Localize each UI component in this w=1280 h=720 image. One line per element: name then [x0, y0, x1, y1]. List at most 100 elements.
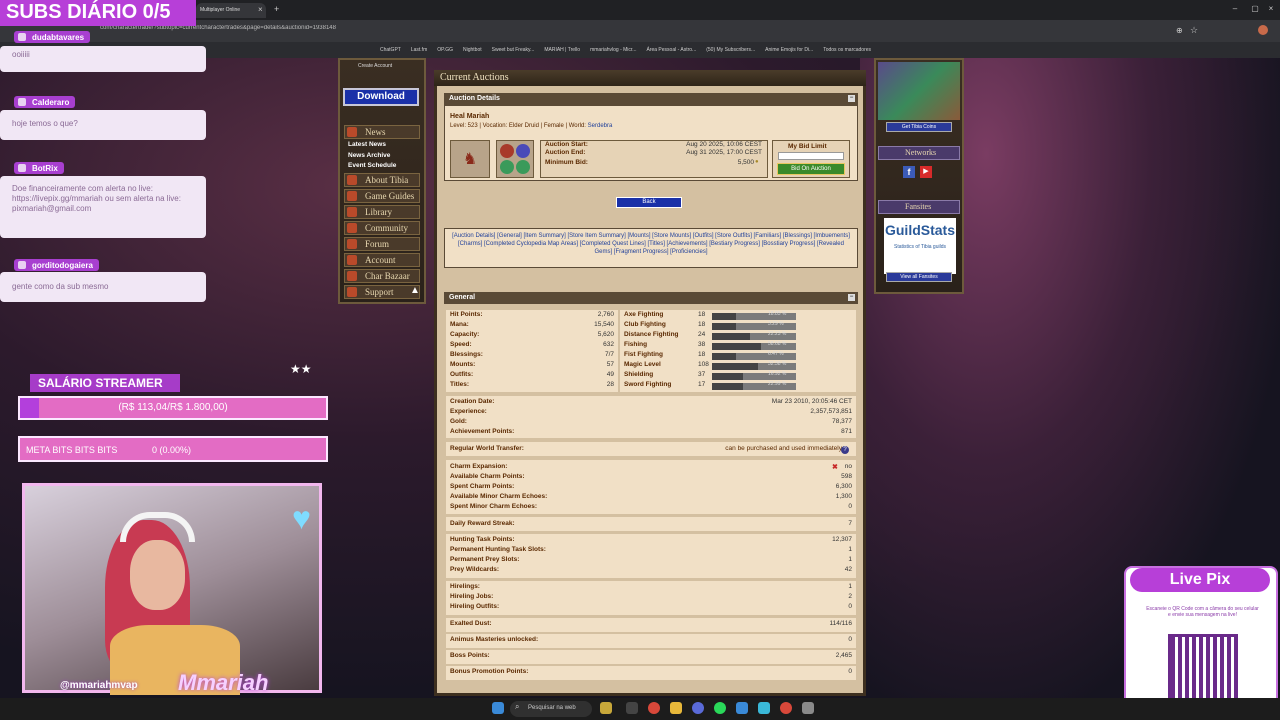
- bookmark[interactable]: Anime Emojis for Di...: [765, 47, 813, 53]
- auction-start-label: Auction Start:: [545, 141, 588, 148]
- info-icon[interactable]: ?: [841, 446, 849, 454]
- minimize-icon[interactable]: –: [1228, 4, 1242, 16]
- general-header: General −: [444, 292, 858, 304]
- back-button[interactable]: Back: [616, 197, 682, 208]
- meta-value: 0 (0.00%): [152, 445, 192, 455]
- bookmark[interactable]: Área Pessoal - Astro...: [646, 47, 696, 53]
- chat-username: dudabtavares: [14, 31, 91, 43]
- menu-library[interactable]: Library: [344, 205, 420, 219]
- min-bid-label: Minimum Bid:: [545, 159, 588, 166]
- discord-icon[interactable]: [692, 702, 704, 714]
- hunting-row: Permanent Prey Slots: 1: [450, 556, 852, 563]
- menu-forum[interactable]: Forum: [344, 237, 420, 251]
- stat-row: Speed: 632: [450, 341, 614, 348]
- skill-percent: 6.47 %: [768, 351, 784, 357]
- facebook-icon[interactable]: f: [903, 166, 915, 178]
- bookmark[interactable]: OP.GG: [437, 47, 453, 53]
- skill-name: Magic Level: [624, 361, 661, 368]
- item-icon[interactable]: [500, 160, 514, 174]
- collapse-icon[interactable]: −: [848, 95, 855, 102]
- item-icon[interactable]: [516, 160, 530, 174]
- hunting-row: Prey Wildcards: 42: [450, 566, 852, 573]
- browser-tab[interactable]: Multiplayer Online: [196, 3, 266, 18]
- chrome-profile-icon[interactable]: [780, 702, 792, 714]
- chat-message: ooiiiii: [0, 46, 206, 72]
- page-title: Current Auctions: [434, 70, 866, 86]
- view-all-fansites-button[interactable]: View all Fansites: [886, 272, 952, 282]
- skill-level: 18: [698, 321, 706, 328]
- bookmark[interactable]: (50) My Subscribers...: [706, 47, 755, 53]
- streamer-logo: Mmariah: [178, 670, 269, 695]
- file-explorer-icon[interactable]: [670, 702, 682, 714]
- forum-icon: [347, 239, 357, 249]
- app-icon[interactable]: [736, 702, 748, 714]
- daily-row: Daily Reward Streak: 7: [450, 520, 852, 527]
- skill-progress-fill: [712, 363, 759, 370]
- menu-news[interactable]: News: [344, 125, 420, 139]
- create-account-link[interactable]: Create Account: [358, 63, 392, 69]
- app-icon[interactable]: [758, 702, 770, 714]
- menu-news-archive[interactable]: News Archive: [348, 152, 390, 159]
- hireling-row: Hirelings: 1: [450, 583, 852, 590]
- salario-progress-fill: [20, 398, 40, 418]
- taskbar-search[interactable]: Pesquisar na web: [510, 701, 592, 717]
- section-links[interactable]: [Auction Details] [General] [Item Summar…: [444, 228, 858, 268]
- bookmark[interactable]: ChatGPT: [380, 47, 401, 53]
- promo-image[interactable]: [878, 62, 960, 120]
- bookmark[interactable]: MARIAH | Trello: [544, 47, 580, 53]
- skill-level: 24: [698, 331, 706, 338]
- star-icon[interactable]: ☆: [1190, 25, 1198, 36]
- info-row: Creation Date: Mar 23 2010, 20:05:46 CET: [450, 398, 852, 405]
- tibia-coin-icon: ●: [755, 159, 759, 165]
- zoom-icon[interactable]: ⊕: [1176, 26, 1183, 35]
- bookmark[interactable]: Sweet but Freaky...: [492, 47, 535, 53]
- youtube-icon[interactable]: ▶: [920, 166, 932, 178]
- skill-percent: 32.38 %: [768, 361, 787, 367]
- menu-char-bazaar[interactable]: Char Bazaar: [344, 269, 420, 283]
- character-name[interactable]: Heal Mariah: [450, 113, 489, 120]
- bookmark[interactable]: Todos os marcadores: [823, 47, 871, 53]
- menu-community[interactable]: Community: [344, 221, 420, 235]
- new-tab-icon[interactable]: +: [274, 4, 279, 14]
- bid-limit-input[interactable]: [778, 152, 844, 160]
- weather-icon[interactable]: [600, 702, 612, 714]
- stat-row: Mounts: 57: [450, 361, 614, 368]
- auction-end-label: Auction End:: [545, 149, 586, 156]
- skill-name: Shielding: [624, 371, 654, 378]
- spotify-icon[interactable]: [714, 702, 726, 714]
- task-view-icon[interactable]: [626, 702, 638, 714]
- menu-event-schedule[interactable]: Event Schedule: [348, 162, 396, 169]
- menu-support[interactable]: Support: [344, 285, 420, 299]
- get-tibia-coins-button[interactable]: Get Tibia Coins: [886, 122, 952, 132]
- maximize-icon[interactable]: ▢: [1248, 4, 1262, 16]
- close-window-icon[interactable]: ×: [1264, 4, 1278, 16]
- menu-game-guides[interactable]: Game Guides: [344, 189, 420, 203]
- collapse-icon[interactable]: −: [848, 294, 855, 301]
- profile-avatar[interactable]: [1258, 25, 1268, 35]
- download-button[interactable]: Download: [343, 88, 419, 106]
- bookmark[interactable]: Last.fm: [411, 47, 427, 53]
- close-tab-icon[interactable]: ×: [258, 5, 263, 14]
- bid-on-auction-button[interactable]: Bid On Auction: [777, 163, 845, 175]
- subs-counter: SUBS DIÁRIO 0/5: [0, 0, 196, 26]
- heart-icon: ♥: [292, 500, 311, 536]
- skill-name: Fist Fighting: [624, 351, 663, 358]
- charm-row: Charm Expansion: no: [450, 463, 852, 470]
- item-icon[interactable]: [500, 144, 514, 158]
- windows-start-icon[interactable]: [492, 702, 504, 714]
- guildstats-subtitle: Statistics of Tibia guilds: [894, 244, 946, 250]
- menu-account[interactable]: Account: [344, 253, 420, 267]
- chrome-icon[interactable]: [648, 702, 660, 714]
- item-icon[interactable]: [516, 144, 530, 158]
- skill-progress-fill: [712, 313, 736, 320]
- world-link[interactable]: Serdebra: [588, 123, 613, 129]
- bookmark[interactable]: mmariahvlog - Micr...: [590, 47, 636, 53]
- menu-about-tibia[interactable]: About Tibia: [344, 173, 420, 187]
- menu-latest-news[interactable]: Latest News: [348, 141, 386, 148]
- meta-label: META BITS BITS BITS: [26, 445, 118, 455]
- app-icon[interactable]: [802, 702, 814, 714]
- skill-percent: 16.92 %: [768, 371, 787, 377]
- url-text[interactable]: com/charactertrade/?subtopic=currentchar…: [100, 25, 880, 31]
- bookmark[interactable]: Nightbot: [463, 47, 482, 53]
- skill-name: Axe Fighting: [624, 311, 664, 318]
